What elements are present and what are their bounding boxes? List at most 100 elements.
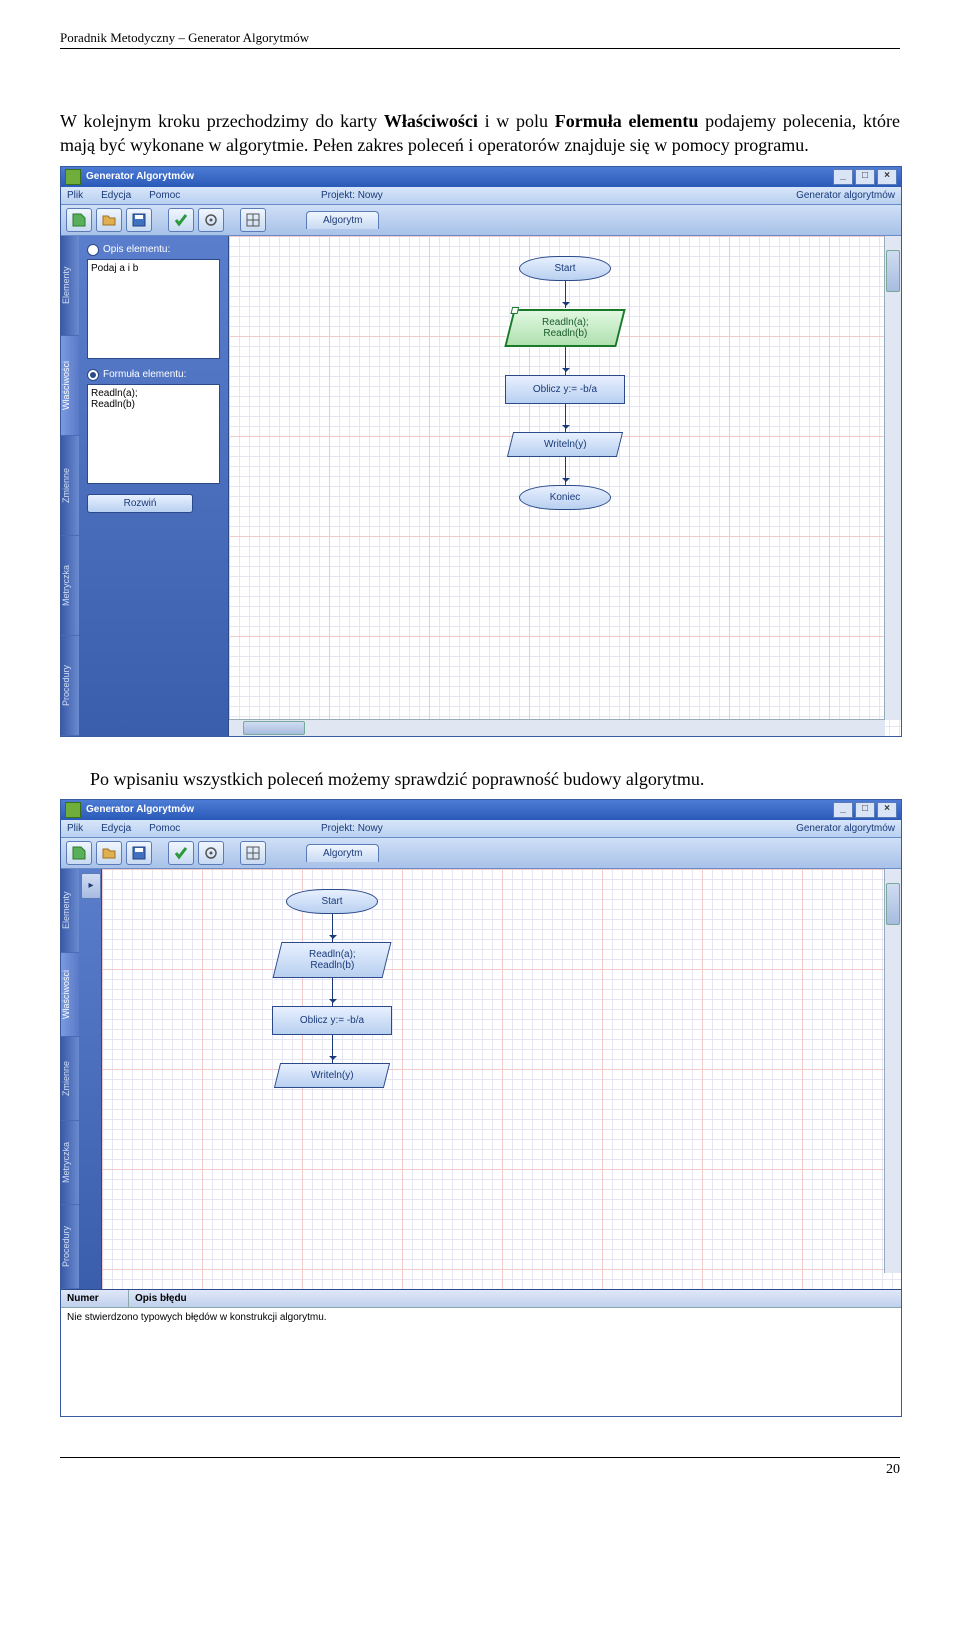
vertical-tabs: Elementy Właściwości Zmienne Metryczka P… bbox=[61, 236, 79, 736]
error-panel: Numer Opis błędu Nie stwierdzono typowyc… bbox=[61, 1289, 901, 1416]
titlebar: Generator Algorytmów _ □ × bbox=[61, 800, 901, 820]
expand-sidebar-button[interactable]: ▸ bbox=[81, 873, 101, 899]
page-number: 20 bbox=[886, 1462, 900, 1477]
node-calc[interactable]: Oblicz y:= -b/a bbox=[505, 375, 625, 404]
vtab-wlasciwosci[interactable]: Właściwości bbox=[61, 336, 79, 436]
project-label: Projekt: Nowy bbox=[321, 190, 383, 201]
settings-button[interactable] bbox=[198, 841, 224, 865]
opis-textarea[interactable]: Podaj a i b bbox=[87, 259, 220, 359]
node-calc[interactable]: Oblicz y:= -b/a bbox=[272, 1006, 392, 1035]
menu-edycja[interactable]: Edycja bbox=[101, 823, 131, 834]
window-title: Generator Algorytmów bbox=[86, 171, 194, 182]
formula-label-text: Formuła elementu: bbox=[103, 369, 186, 380]
grid-button[interactable] bbox=[240, 841, 266, 865]
node-read[interactable]: Readln(a); Readln(b) bbox=[273, 942, 392, 978]
new-button[interactable] bbox=[66, 841, 92, 865]
vtab-zmienne[interactable]: Zmienne bbox=[61, 436, 79, 536]
p1-bold1: Właściwości bbox=[384, 111, 478, 131]
minimize-button[interactable]: _ bbox=[833, 802, 853, 818]
menu-plik[interactable]: Plik bbox=[67, 823, 83, 834]
formula-label[interactable]: Formuła elementu: bbox=[87, 369, 220, 381]
radio-formula[interactable] bbox=[87, 369, 99, 381]
flowchart-canvas[interactable]: Start Readln(a); Readln(b) Oblicz y:= -b… bbox=[229, 236, 901, 736]
app-window-2: Generator Algorytmów _ □ × Plik Edycja P… bbox=[60, 799, 902, 1417]
node-write[interactable]: Writeln(y) bbox=[274, 1063, 390, 1088]
vtab-elementy[interactable]: Elementy bbox=[61, 236, 79, 336]
brand-label: Generator algorytmów bbox=[796, 190, 895, 201]
close-button[interactable]: × bbox=[877, 802, 897, 818]
arrow-icon bbox=[565, 281, 566, 309]
project-label: Projekt: Nowy bbox=[321, 823, 383, 834]
new-button[interactable] bbox=[66, 208, 92, 232]
p1-mid: i w polu bbox=[478, 111, 555, 131]
vtab-metryczka[interactable]: Metryczka bbox=[61, 536, 79, 636]
close-button[interactable]: × bbox=[877, 169, 897, 185]
page-header: Poradnik Metodyczny – Generator Algorytm… bbox=[60, 30, 900, 49]
settings-button[interactable] bbox=[198, 208, 224, 232]
app-icon bbox=[65, 802, 81, 818]
vtab-elementy[interactable]: Elementy bbox=[61, 869, 79, 953]
save-button[interactable] bbox=[126, 841, 152, 865]
menu-pomoc[interactable]: Pomoc bbox=[149, 823, 180, 834]
open-button[interactable] bbox=[96, 841, 122, 865]
vtab-procedury[interactable]: Procedury bbox=[61, 1205, 79, 1289]
opis-label-text: Opis elementu: bbox=[103, 244, 170, 255]
minimize-button[interactable]: _ bbox=[833, 169, 853, 185]
window-title: Generator Algorytmów bbox=[86, 804, 194, 815]
properties-panel: Opis elementu: Podaj a i b Formuła eleme… bbox=[79, 236, 229, 736]
formula-textarea[interactable]: Readln(a); Readln(b) bbox=[87, 384, 220, 484]
node-write[interactable]: Writeln(y) bbox=[507, 432, 623, 457]
grid-button[interactable] bbox=[240, 208, 266, 232]
error-message: Nie stwierdzono typowych błędów w konstr… bbox=[67, 1312, 327, 1323]
menu-pomoc[interactable]: Pomoc bbox=[149, 190, 180, 201]
arrow-icon bbox=[565, 457, 566, 485]
project-name: Nowy bbox=[358, 823, 383, 834]
menubar: Plik Edycja Pomoc Projekt: Nowy Generato… bbox=[61, 820, 901, 838]
error-body: Nie stwierdzono typowych błędów w konstr… bbox=[61, 1308, 901, 1416]
radio-opis[interactable] bbox=[87, 244, 99, 256]
col-numer[interactable]: Numer bbox=[61, 1290, 129, 1307]
node-start[interactable]: Start bbox=[519, 256, 611, 281]
app-icon bbox=[65, 169, 81, 185]
toolbar: Algorytm bbox=[61, 205, 901, 236]
project-label-text: Projekt: bbox=[321, 190, 355, 201]
vtab-metryczka[interactable]: Metryczka bbox=[61, 1121, 79, 1205]
arrow-icon bbox=[332, 1035, 333, 1063]
vtab-wlasciwosci[interactable]: Właściwości bbox=[61, 953, 79, 1037]
open-button[interactable] bbox=[96, 208, 122, 232]
project-name: Nowy bbox=[358, 190, 383, 201]
toolbar: Algorytm bbox=[61, 838, 901, 869]
flowchart-canvas[interactable]: Start Readln(a); Readln(b) Oblicz y:= -b… bbox=[102, 869, 901, 1289]
sidebar-collapsed: ▸ bbox=[79, 869, 102, 1289]
app-window-1: Generator Algorytmów _ □ × Plik Edycja P… bbox=[60, 166, 902, 737]
scrollbar-vertical[interactable] bbox=[884, 869, 901, 1273]
menubar: Plik Edycja Pomoc Projekt: Nowy Generato… bbox=[61, 187, 901, 205]
vtab-procedury[interactable]: Procedury bbox=[61, 636, 79, 736]
col-opis[interactable]: Opis błędu bbox=[129, 1290, 901, 1307]
arrow-icon bbox=[332, 978, 333, 1006]
project-label-text: Projekt: bbox=[321, 823, 355, 834]
rozwin-button[interactable]: Rozwiń bbox=[87, 494, 193, 513]
node-start[interactable]: Start bbox=[286, 889, 378, 914]
arrow-icon bbox=[565, 347, 566, 375]
paragraph-2: Po wpisaniu wszystkich poleceń możemy sp… bbox=[60, 767, 900, 791]
scrollbar-vertical[interactable] bbox=[884, 236, 901, 720]
node-end[interactable]: Koniec bbox=[519, 485, 611, 510]
node-read[interactable]: Readln(a); Readln(b) bbox=[504, 309, 625, 347]
opis-label[interactable]: Opis elementu: bbox=[87, 244, 220, 256]
check-button[interactable] bbox=[168, 208, 194, 232]
p1-bold2: Formuła elementu bbox=[555, 111, 699, 131]
check-button[interactable] bbox=[168, 841, 194, 865]
save-button[interactable] bbox=[126, 208, 152, 232]
maximize-button[interactable]: □ bbox=[855, 802, 875, 818]
menu-edycja[interactable]: Edycja bbox=[101, 190, 131, 201]
tab-algorytm[interactable]: Algorytm bbox=[306, 844, 379, 862]
tab-algorytm[interactable]: Algorytm bbox=[306, 211, 379, 229]
vtab-zmienne[interactable]: Zmienne bbox=[61, 1037, 79, 1121]
maximize-button[interactable]: □ bbox=[855, 169, 875, 185]
arrow-icon bbox=[565, 404, 566, 432]
scrollbar-horizontal[interactable] bbox=[229, 719, 885, 736]
menu-plik[interactable]: Plik bbox=[67, 190, 83, 201]
paragraph-1: W kolejnym kroku przechodzimy do karty W… bbox=[60, 109, 900, 158]
titlebar: Generator Algorytmów _ □ × bbox=[61, 167, 901, 187]
